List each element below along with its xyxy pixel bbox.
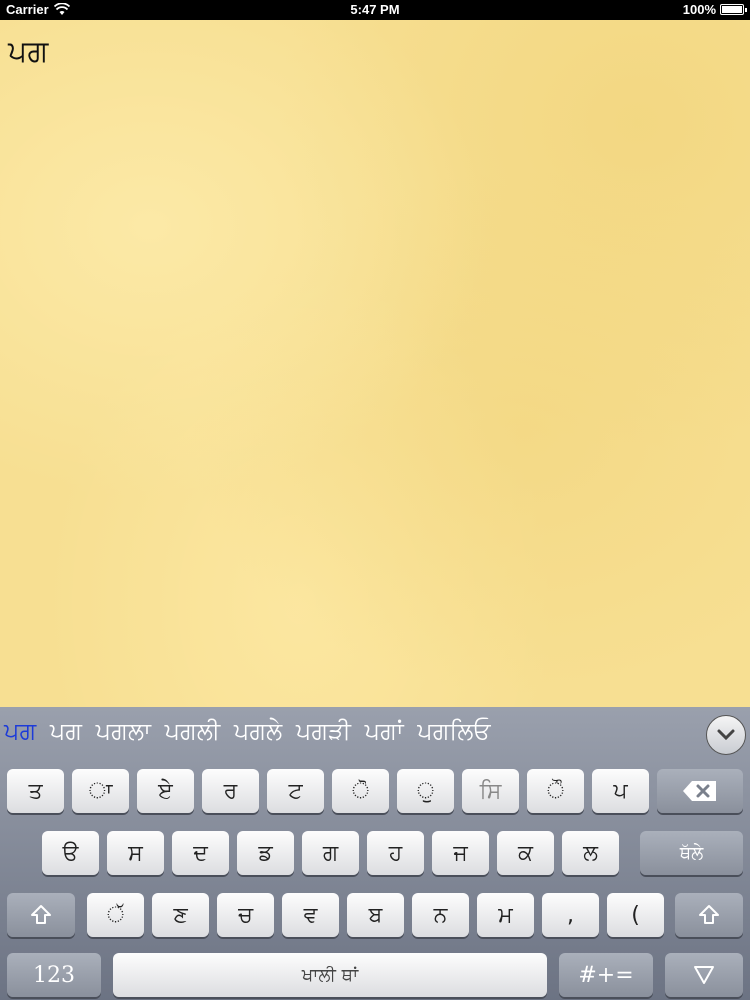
numbers-button[interactable]: 123 <box>7 953 101 997</box>
key[interactable]: ਰ <box>202 769 259 813</box>
shift-left-button[interactable] <box>7 893 75 937</box>
suggestion-current[interactable]: ਪਗ <box>4 717 36 745</box>
key[interactable]: ੳ <box>42 831 99 875</box>
key[interactable]: ◌ੱ <box>87 893 144 937</box>
key[interactable]: ਲ <box>562 831 619 875</box>
key[interactable]: ◌ੌ <box>527 769 584 813</box>
key[interactable]: ਕ <box>497 831 554 875</box>
key[interactable]: ਗ <box>302 831 359 875</box>
key[interactable]: ਨ <box>412 893 469 937</box>
key[interactable]: ਚ <box>217 893 274 937</box>
key[interactable]: ਣ <box>152 893 209 937</box>
comma-key[interactable]: , <box>542 893 599 937</box>
key[interactable]: ਸਿ <box>462 769 519 813</box>
battery-icon <box>720 4 747 15</box>
paren-key[interactable]: ( <box>607 893 664 937</box>
suggestion-item[interactable]: ਪਗਲਿਓ <box>417 717 490 745</box>
text-editor[interactable]: ਪਗ <box>0 20 750 707</box>
hide-keyboard-button[interactable] <box>665 953 743 997</box>
key[interactable]: ◌ੋ <box>332 769 389 813</box>
clock: 5:47 PM <box>350 2 400 17</box>
status-bar: Carrier 5:47 PM 100% <box>0 0 750 20</box>
chevron-down-icon <box>717 729 735 741</box>
triangle-down-icon <box>694 966 714 984</box>
suggestion-item[interactable]: ਪਗੜੀ <box>296 717 351 745</box>
key[interactable]: ◌ਾ <box>72 769 129 813</box>
shift-right-button[interactable] <box>675 893 743 937</box>
suggestion-item[interactable]: ਪਗਲੇ <box>234 717 282 745</box>
dismiss-suggestions-button[interactable] <box>706 715 746 755</box>
key[interactable]: ਡ <box>237 831 294 875</box>
key[interactable]: ਸ <box>107 831 164 875</box>
suggestion-bar: ਪਗ ਪਗ ਪਗਲਾ ਪਗਲੀ ਪਗਲੇ ਪਗੜੀ ਪਗਾਂ ਪਗਲਿਓ <box>0 707 750 763</box>
backspace-icon <box>683 781 716 801</box>
key[interactable]: ਏ <box>137 769 194 813</box>
symbols-button[interactable]: #+= <box>559 953 653 997</box>
suggestion-item[interactable]: ਪਗ <box>50 717 82 745</box>
return-button[interactable]: ਥੱਲੇ <box>640 831 743 875</box>
key[interactable]: ਮ <box>477 893 534 937</box>
suggestion-item[interactable]: ਪਗਲੀ <box>165 717 221 745</box>
key[interactable]: ਹ <box>367 831 424 875</box>
battery-percent: 100% <box>682 2 716 17</box>
key[interactable]: ਜ <box>432 831 489 875</box>
key[interactable]: ਵ <box>282 893 339 937</box>
space-bar[interactable]: ਖਾਲੀ ਥਾਂ <box>113 953 547 997</box>
suggestion-item[interactable]: ਪਗਲਾ <box>96 717 151 745</box>
shift-icon <box>699 905 719 924</box>
backspace-button[interactable] <box>657 769 743 813</box>
document-text[interactable]: ਪਗ <box>8 34 48 69</box>
shift-icon <box>31 905 51 924</box>
keyboard: ਪਗ ਪਗ ਪਗਲਾ ਪਗਲੀ ਪਗਲੇ ਪਗੜੀ ਪਗਾਂ ਪਗਲਿਓ ਤ ◌… <box>0 707 750 1000</box>
key[interactable]: ਬ <box>347 893 404 937</box>
key[interactable]: ◌ੁ <box>397 769 454 813</box>
key[interactable]: ਤ <box>7 769 64 813</box>
key[interactable]: ਪ <box>592 769 649 813</box>
suggestion-item[interactable]: ਪਗਾਂ <box>365 717 404 745</box>
key[interactable]: ਦ <box>172 831 229 875</box>
key[interactable]: ਟ <box>267 769 324 813</box>
